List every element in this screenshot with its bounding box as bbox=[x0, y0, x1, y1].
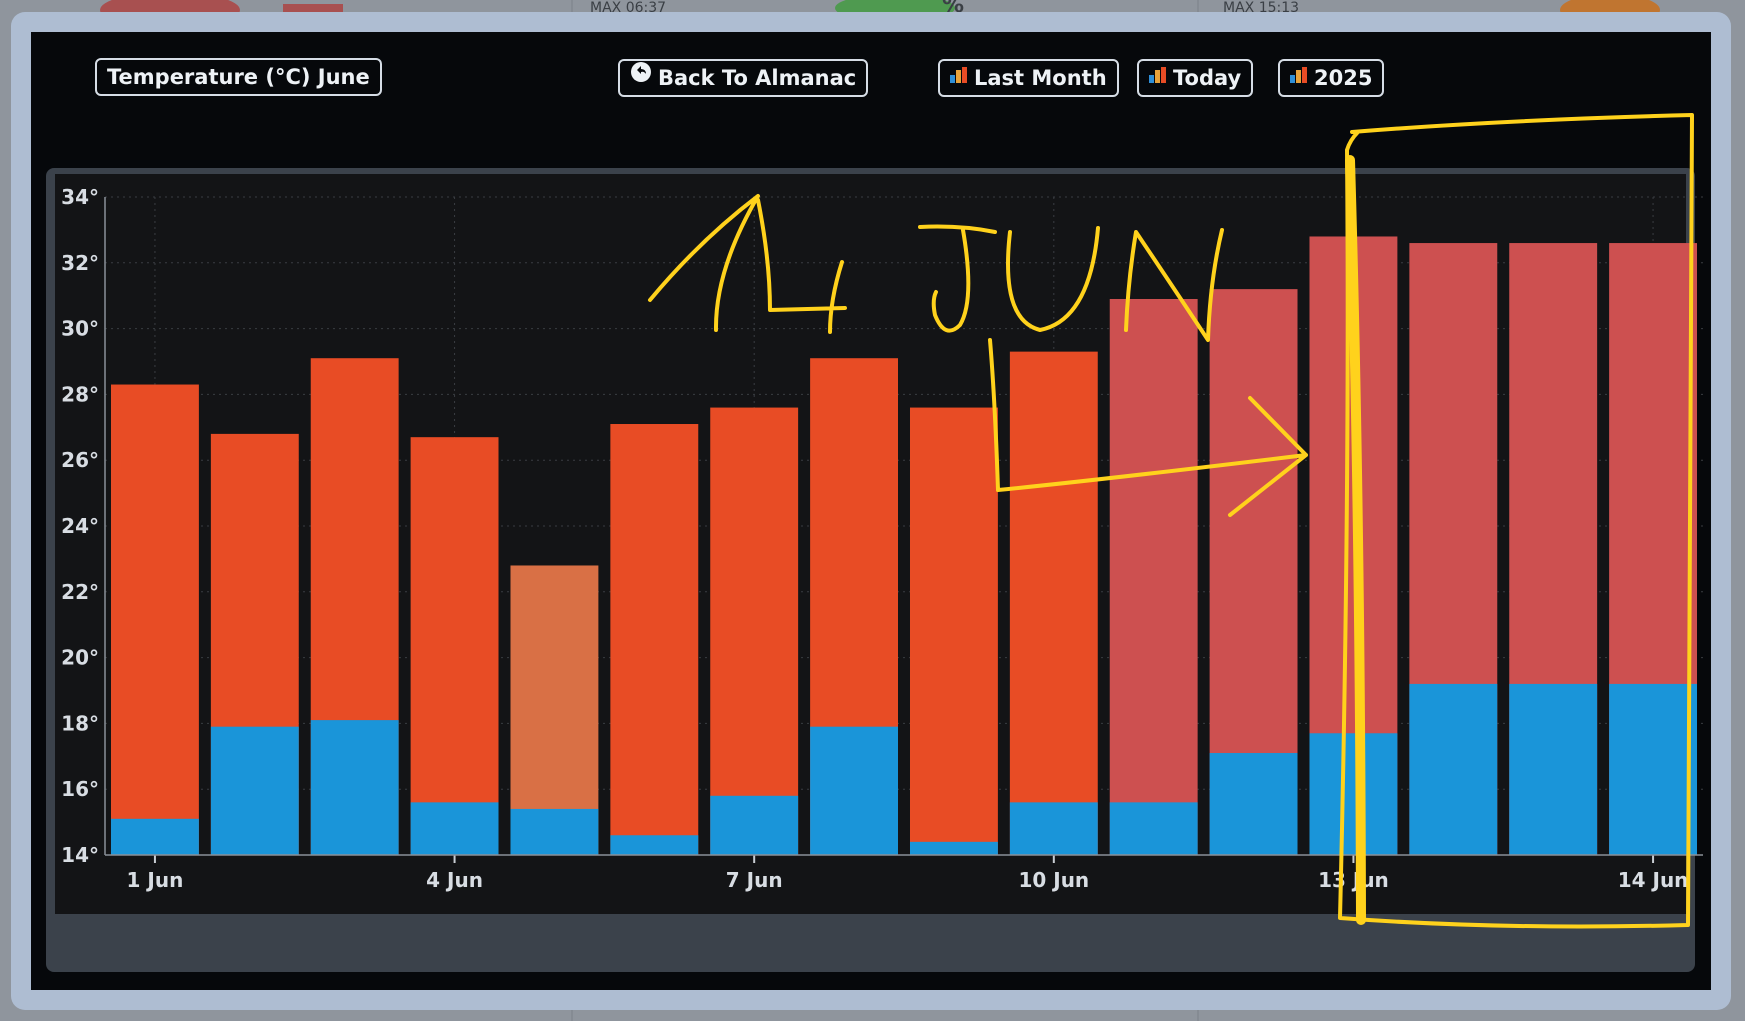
x-tick-label: 1 Jun bbox=[127, 868, 184, 892]
bars bbox=[110, 236, 1698, 856]
bar-max-temp[interactable] bbox=[909, 407, 998, 855]
bar-min-temp[interactable] bbox=[1209, 753, 1298, 855]
bar-min-temp[interactable] bbox=[1509, 683, 1598, 855]
bar-min-temp[interactable] bbox=[510, 808, 599, 855]
bar-min-temp[interactable] bbox=[310, 720, 399, 855]
bar-min-temp[interactable] bbox=[410, 802, 499, 855]
bar-max-temp[interactable] bbox=[610, 424, 699, 855]
y-tick-label: 28° bbox=[61, 382, 99, 406]
bar-min-temp[interactable] bbox=[1109, 802, 1198, 855]
bar-min-temp[interactable] bbox=[710, 795, 799, 855]
y-tick-label: 20° bbox=[61, 646, 99, 670]
x-tick-label: 10 Jun bbox=[1018, 868, 1089, 892]
y-tick-label: 32° bbox=[61, 251, 99, 275]
y-tick-label: 16° bbox=[61, 777, 99, 801]
bar-min-temp[interactable] bbox=[1609, 683, 1698, 855]
temperature-chart-modal: Temperature (°C) June Back To Almanac La… bbox=[31, 32, 1711, 990]
y-tick-label: 22° bbox=[61, 580, 99, 604]
bar-min-temp[interactable] bbox=[810, 726, 899, 855]
y-tick-label: 24° bbox=[61, 514, 99, 538]
temperature-bar-chart: 14° 16° 18° 20° 22° 24° 26° 28° 30° 32° 34° 1 Jun 4 … bbox=[61, 185, 1703, 892]
bar-min-temp[interactable] bbox=[110, 818, 199, 855]
x-tick-label: 4 Jun bbox=[426, 868, 483, 892]
y-tick-label: 14° bbox=[61, 843, 99, 867]
bar-min-temp[interactable] bbox=[1309, 733, 1398, 855]
x-tick-label: 7 Jun bbox=[726, 868, 783, 892]
y-tick-label: 18° bbox=[61, 711, 99, 735]
bar-min-temp[interactable] bbox=[1409, 683, 1498, 855]
y-tick-label: 26° bbox=[61, 448, 99, 472]
bar-max-temp[interactable] bbox=[410, 437, 499, 855]
bar-min-temp[interactable] bbox=[610, 835, 699, 855]
bar-max-temp[interactable] bbox=[1009, 351, 1098, 855]
x-tick-label: 14 Jun bbox=[1618, 868, 1689, 892]
bar-min-temp[interactable] bbox=[1009, 802, 1098, 855]
y-tick-label: 30° bbox=[61, 317, 99, 341]
bar-max-temp[interactable] bbox=[1109, 298, 1198, 855]
y-tick-label: 34° bbox=[61, 185, 99, 209]
bar-min-temp[interactable] bbox=[909, 841, 998, 855]
bar-max-temp[interactable] bbox=[710, 407, 799, 855]
bar-min-temp[interactable] bbox=[210, 726, 299, 855]
bar-max-temp[interactable] bbox=[110, 384, 199, 855]
x-tick-label: 13 Jun bbox=[1318, 868, 1389, 892]
